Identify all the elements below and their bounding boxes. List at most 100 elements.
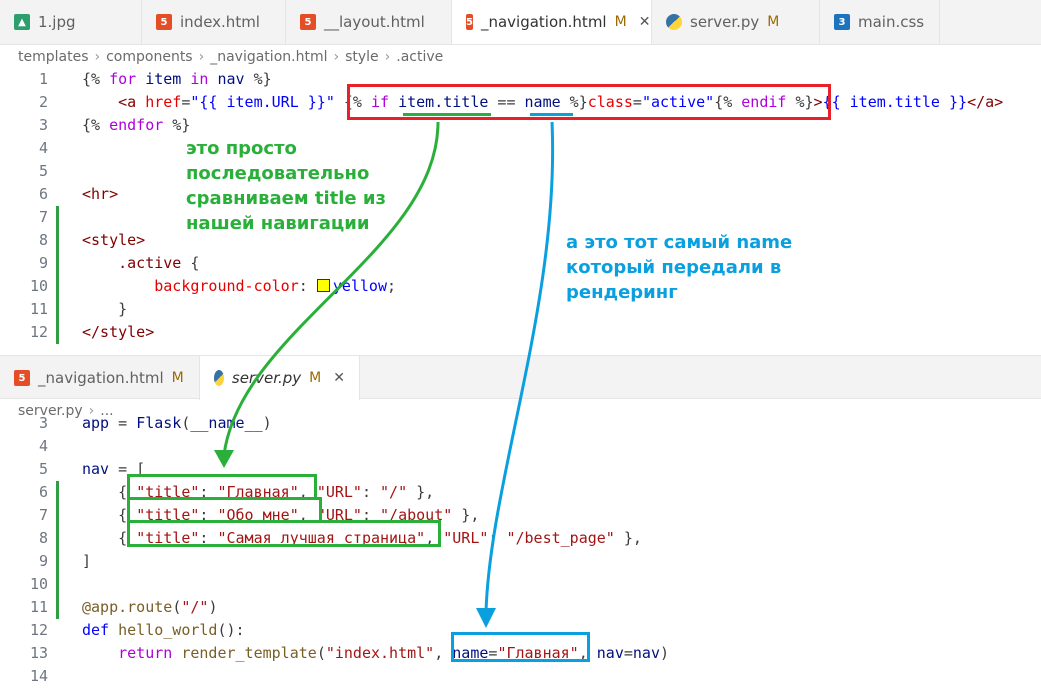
close-icon[interactable]: ✕: [333, 370, 345, 386]
green-box-row8: [127, 520, 441, 547]
chevron-right-icon: ›: [333, 49, 340, 65]
git-change-marker: [56, 481, 59, 619]
bottom-tabs: 5 _navigation.html Mserver.py M ✕: [0, 356, 360, 400]
code-text: app = Flask(__name__): [82, 414, 272, 432]
code-line[interactable]: 4: [0, 137, 1041, 160]
code-line[interactable]: 9]: [0, 550, 1041, 573]
green-annotation: это просто последовательно сравниваем ti…: [186, 138, 386, 234]
line-number: 10: [29, 277, 48, 295]
breadcrumb-item[interactable]: style: [345, 49, 379, 65]
code-text: }: [118, 300, 128, 318]
line-number: 2: [38, 93, 48, 111]
code-text: ]: [82, 552, 92, 570]
tab-label: __layout.html: [324, 13, 425, 31]
blue-underline-name: [530, 113, 573, 116]
bottom-tab-bar: 5 _navigation.html Mserver.py M ✕: [0, 356, 1041, 400]
line-number: 4: [38, 139, 48, 157]
top-tabs: ▲ 1.jpg 5 index.html 5 __layout.html 5 _navigat…: [0, 0, 940, 44]
tab--navigation-html[interactable]: 5 _navigation.html M ✕: [452, 0, 652, 44]
line-number: 5: [38, 460, 48, 478]
py-file-icon: [666, 14, 682, 30]
code-text: <style>: [82, 231, 146, 249]
modified-indicator: M: [614, 14, 627, 30]
breadcrumb-item[interactable]: templates: [18, 49, 89, 65]
tab-server-py[interactable]: server.py M: [652, 0, 820, 44]
tab--layout-html[interactable]: 5 __layout.html: [286, 0, 452, 44]
py-file-icon: [214, 370, 224, 386]
line-number: 7: [38, 208, 48, 226]
line-number: 6: [38, 483, 48, 501]
breadcrumb-item[interactable]: .active: [396, 49, 443, 65]
breadcrumb-item[interactable]: components: [106, 49, 193, 65]
modified-indicator: M: [171, 370, 184, 386]
modified-indicator: M: [767, 14, 780, 30]
code-line[interactable]: 10 background-color: yellow;: [0, 275, 1041, 298]
close-icon[interactable]: ✕: [639, 14, 651, 30]
code-line[interactable]: 11 }: [0, 298, 1041, 321]
code-line[interactable]: 10: [0, 573, 1041, 596]
tab-label: server.py: [690, 13, 760, 31]
green-underline-title: [403, 113, 491, 116]
breadcrumb: templates › components › _navigation.html › st…: [0, 45, 1041, 69]
top-tab-bar: ▲ 1.jpg 5 index.html 5 __layout.html 5 _navigat…: [0, 0, 1041, 45]
tab-label: server.py: [231, 369, 302, 387]
line-number: 6: [38, 185, 48, 203]
code-line[interactable]: 6 <hr>: [0, 183, 1041, 206]
code-line[interactable]: 4: [0, 435, 1041, 458]
code-text: @app.route("/"): [82, 598, 218, 616]
code-text: </style>: [82, 323, 155, 341]
code-text: .active {: [118, 254, 200, 272]
code-line[interactable]: 5: [0, 160, 1041, 183]
chevron-right-icon: ›: [384, 49, 391, 65]
line-number: 9: [38, 552, 48, 570]
breadcrumb-item[interactable]: _navigation.html: [210, 49, 327, 65]
tab-label: _navigation.html: [480, 13, 607, 31]
html-file-icon: 5: [300, 14, 316, 30]
html-file-icon: 5: [466, 14, 473, 30]
code-line[interactable]: 12 </style>: [0, 321, 1041, 344]
tab-main-css[interactable]: 3 main.css: [820, 0, 940, 44]
tab-label: index.html: [180, 13, 260, 31]
line-number: 3: [38, 414, 48, 432]
tab-server-py[interactable]: server.py M ✕: [200, 356, 360, 400]
line-number: 4: [38, 437, 48, 455]
css-file-icon: 3: [834, 14, 850, 30]
line-number: 3: [38, 116, 48, 134]
blue-box-name-arg: [451, 632, 590, 662]
line-number: 13: [29, 644, 48, 662]
line-number: 8: [38, 529, 48, 547]
line-number: 12: [29, 621, 48, 639]
chevron-right-icon: ›: [198, 49, 205, 65]
chevron-right-icon: ›: [94, 49, 101, 65]
code-line[interactable]: 9 .active {: [0, 252, 1041, 275]
tab-label: 1.jpg: [38, 13, 76, 31]
code-text: background-color: yellow;: [154, 277, 397, 295]
tab-label: main.css: [858, 13, 925, 31]
code-line[interactable]: 3 app = Flask(__name__): [0, 412, 1041, 435]
tab-1-jpg[interactable]: ▲ 1.jpg: [0, 0, 142, 44]
blue-annotation: а это тот самый name который передали в …: [566, 232, 793, 303]
line-number: 1: [38, 70, 48, 88]
line-number: 11: [29, 598, 48, 616]
code-text: {% endfor %}: [82, 116, 191, 134]
line-number: 7: [38, 506, 48, 524]
code-text: {% for item in nav %}: [82, 70, 272, 88]
line-number: 5: [38, 162, 48, 180]
html-file-icon: 5: [14, 370, 30, 386]
tab-index-html[interactable]: 5 index.html: [142, 0, 286, 44]
code-text: <hr>: [82, 185, 119, 203]
line-number: 10: [29, 575, 48, 593]
img-file-icon: ▲: [14, 14, 30, 30]
git-change-marker: [56, 206, 59, 344]
code-line[interactable]: 8 <style>: [0, 229, 1041, 252]
line-number: 9: [38, 254, 48, 272]
code-text: def hello_world():: [82, 621, 245, 639]
line-number: 11: [29, 300, 48, 318]
line-number: 8: [38, 231, 48, 249]
code-line[interactable]: 7: [0, 206, 1041, 229]
tab--navigation-html[interactable]: 5 _navigation.html M: [0, 356, 200, 400]
line-number: 12: [29, 323, 48, 341]
tab-label: _navigation.html: [38, 369, 164, 387]
code-line[interactable]: 11 @app.route("/"): [0, 596, 1041, 619]
modified-indicator: M: [309, 370, 322, 386]
